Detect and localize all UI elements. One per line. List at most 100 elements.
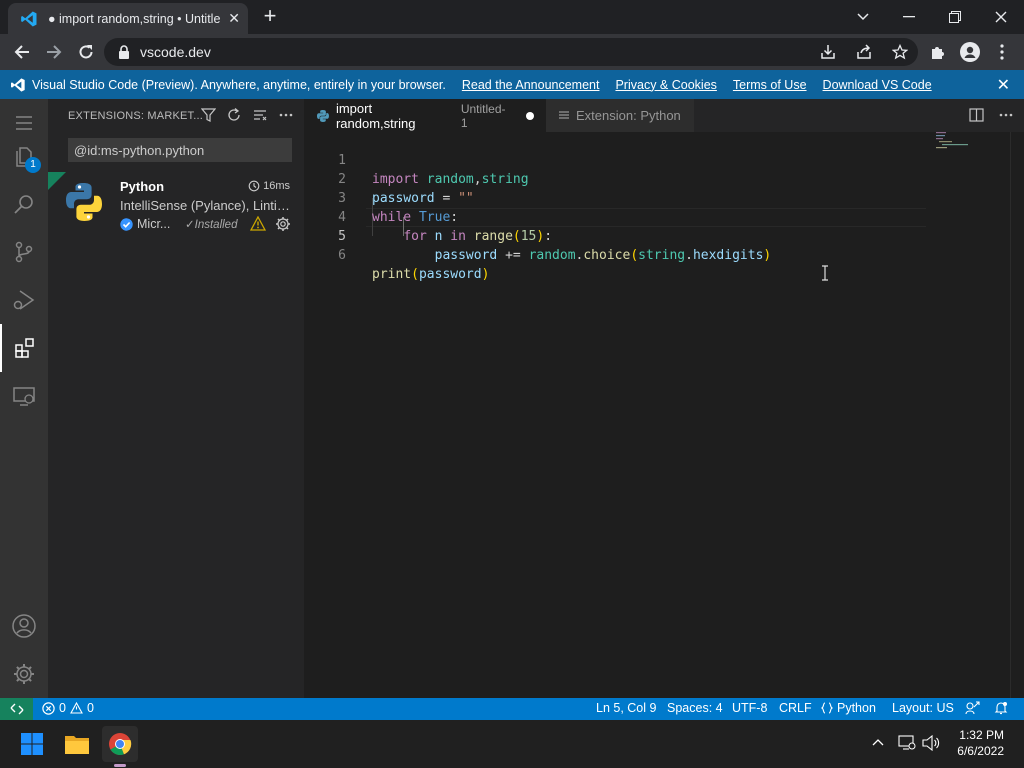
- preview-banner: Visual Studio Code (Preview). Anywhere, …: [0, 70, 1024, 99]
- explorer-badge: 1: [25, 157, 41, 173]
- vscode-logo-icon: [11, 77, 25, 92]
- problems-indicator[interactable]: 0 0: [42, 701, 94, 715]
- code-line: 5 password += random.choice(string.hexdi…: [304, 208, 1004, 263]
- line-number: 6: [338, 248, 346, 263]
- new-tab-button[interactable]: +: [258, 5, 282, 29]
- download-vscode-link[interactable]: Download VS Code: [823, 78, 932, 92]
- extension-name: Python: [120, 179, 165, 194]
- restore-button[interactable]: [932, 0, 978, 34]
- share-icon[interactable]: [854, 42, 874, 62]
- close-window-button[interactable]: [978, 0, 1024, 34]
- filter-icon[interactable]: [200, 107, 216, 123]
- forward-button[interactable]: [42, 40, 66, 64]
- search-icon[interactable]: [0, 180, 48, 228]
- extensions-icon[interactable]: [0, 324, 48, 372]
- remote-indicator-icon[interactable]: [0, 698, 33, 720]
- editor-more-actions-icon[interactable]: [998, 107, 1014, 123]
- system-clock[interactable]: 1:32 PM 6/6/2022: [957, 727, 1004, 759]
- activation-time: 16ms: [248, 180, 290, 192]
- activation-time-text: 16ms: [263, 180, 290, 192]
- chrome-taskbar-icon[interactable]: [102, 726, 138, 767]
- activity-bar: 1: [0, 99, 48, 698]
- clear-search-icon[interactable]: [252, 107, 268, 123]
- extension-publisher: Micr...: [120, 217, 170, 231]
- status-bar: 0 0 Ln 5, Col 9 Spaces: 4 UTF-8 CRLF Pyt…: [0, 698, 1024, 720]
- split-editor-icon[interactable]: [968, 107, 984, 123]
- encoding-setting[interactable]: UTF-8: [732, 701, 767, 715]
- minimize-button[interactable]: [886, 0, 932, 34]
- windows-taskbar: 1:32 PM 6/6/2022: [0, 720, 1024, 768]
- notifications-bell-icon[interactable]: [994, 701, 1008, 715]
- reload-button[interactable]: [74, 40, 98, 64]
- read-announcement-link[interactable]: Read the Announcement: [462, 78, 600, 92]
- terms-of-use-link[interactable]: Terms of Use: [733, 78, 807, 92]
- eol-setting[interactable]: CRLF: [779, 701, 812, 715]
- code-line: 1 import random,string: [304, 132, 1004, 187]
- run-debug-icon[interactable]: [0, 276, 48, 324]
- extension-item-python[interactable]: Python 16ms IntelliSense (Pylance), Lint…: [48, 172, 304, 234]
- publisher-name: Micr...: [137, 217, 171, 231]
- minimap[interactable]: [936, 132, 996, 152]
- code-line: 3 while True:: [304, 170, 1004, 225]
- explorer-icon[interactable]: 1: [0, 132, 48, 180]
- code-line: 4 for n in range(15):: [304, 189, 1004, 244]
- extension-settings-gear-icon[interactable]: [275, 216, 291, 232]
- editor-area: import random,string Untitled-1 Extensio…: [304, 99, 1024, 698]
- keyboard-layout[interactable]: Layout: US: [892, 701, 954, 715]
- code-editor[interactable]: 1 import random,string 2 password = "" 3…: [304, 132, 1024, 698]
- close-tab-icon[interactable]: ✕: [228, 10, 240, 27]
- display-icon[interactable]: [898, 735, 916, 754]
- installed-status: ✓Installed: [185, 219, 238, 231]
- more-actions-icon[interactable]: [278, 107, 294, 123]
- error-count: 0: [59, 701, 66, 715]
- search-value: @id:ms-python.python: [74, 142, 205, 158]
- indentation-setting[interactable]: Spaces: 4: [667, 701, 723, 715]
- show-hidden-icons-chevron[interactable]: [872, 734, 884, 749]
- tab-search-button[interactable]: [840, 0, 886, 34]
- remote-explorer-icon[interactable]: [0, 372, 48, 420]
- tab-extension-python[interactable]: Extension: Python: [546, 99, 694, 132]
- extension-description: IntelliSense (Pylance), Linting, Debuggi…: [120, 198, 292, 213]
- tab-sublabel: Untitled-1: [460, 101, 506, 130]
- browser-titlebar: ● import random,string • Untitled ✕ +: [0, 0, 1024, 34]
- lock-icon: [119, 45, 129, 59]
- preview-lines-icon: [559, 110, 569, 119]
- cursor-position[interactable]: Ln 5, Col 9: [596, 701, 656, 715]
- manage-gear-icon[interactable]: [0, 650, 48, 698]
- language-mode[interactable]: Python: [821, 701, 876, 715]
- tab-label: Extension: Python: [576, 108, 681, 123]
- bookmark-star-icon[interactable]: [890, 42, 910, 62]
- unsaved-dot-icon[interactable]: [526, 111, 534, 120]
- browser-tab-title: ● import random,string • Untitled: [48, 11, 221, 26]
- vertical-scrollbar[interactable]: [1010, 132, 1024, 698]
- volume-icon[interactable]: [922, 734, 940, 754]
- language-label: Python: [837, 701, 876, 715]
- warning-icon[interactable]: [250, 216, 266, 231]
- clock-date: 6/6/2022: [957, 744, 1004, 758]
- source-control-icon[interactable]: [0, 228, 48, 276]
- install-app-icon[interactable]: [818, 42, 838, 62]
- refresh-icon[interactable]: [226, 107, 242, 123]
- windows-start-icon[interactable]: [14, 726, 50, 762]
- tab-untitled-1[interactable]: import random,string Untitled-1: [304, 99, 546, 132]
- history-icon: [248, 180, 260, 192]
- back-button[interactable]: [10, 40, 34, 64]
- vscode-logo-icon: [21, 11, 37, 26]
- url-text: vscode.dev: [140, 44, 211, 60]
- banner-text: Visual Studio Code (Preview). Anywhere, …: [32, 77, 446, 92]
- profile-avatar-icon[interactable]: [958, 40, 982, 64]
- close-banner-icon[interactable]: ✕: [997, 75, 1010, 95]
- sidebar-title: EXTENSIONS: MARKET...: [68, 109, 204, 122]
- browser-tab[interactable]: ● import random,string • Untitled ✕: [8, 3, 248, 34]
- extensions-puzzle-icon[interactable]: [926, 40, 950, 64]
- file-explorer-icon[interactable]: [59, 726, 95, 762]
- error-icon: [42, 701, 55, 715]
- extensions-search-input[interactable]: @id:ms-python.python: [68, 138, 292, 162]
- address-bar[interactable]: vscode.dev: [104, 38, 918, 66]
- browser-menu-icon[interactable]: [990, 40, 1014, 64]
- accounts-icon[interactable]: [0, 602, 48, 650]
- feedback-icon[interactable]: [965, 701, 980, 715]
- code-line: 6 print(password): [304, 227, 1004, 282]
- sidebar-header: EXTENSIONS: MARKET...: [48, 99, 304, 132]
- privacy-cookies-link[interactable]: Privacy & Cookies: [615, 78, 716, 92]
